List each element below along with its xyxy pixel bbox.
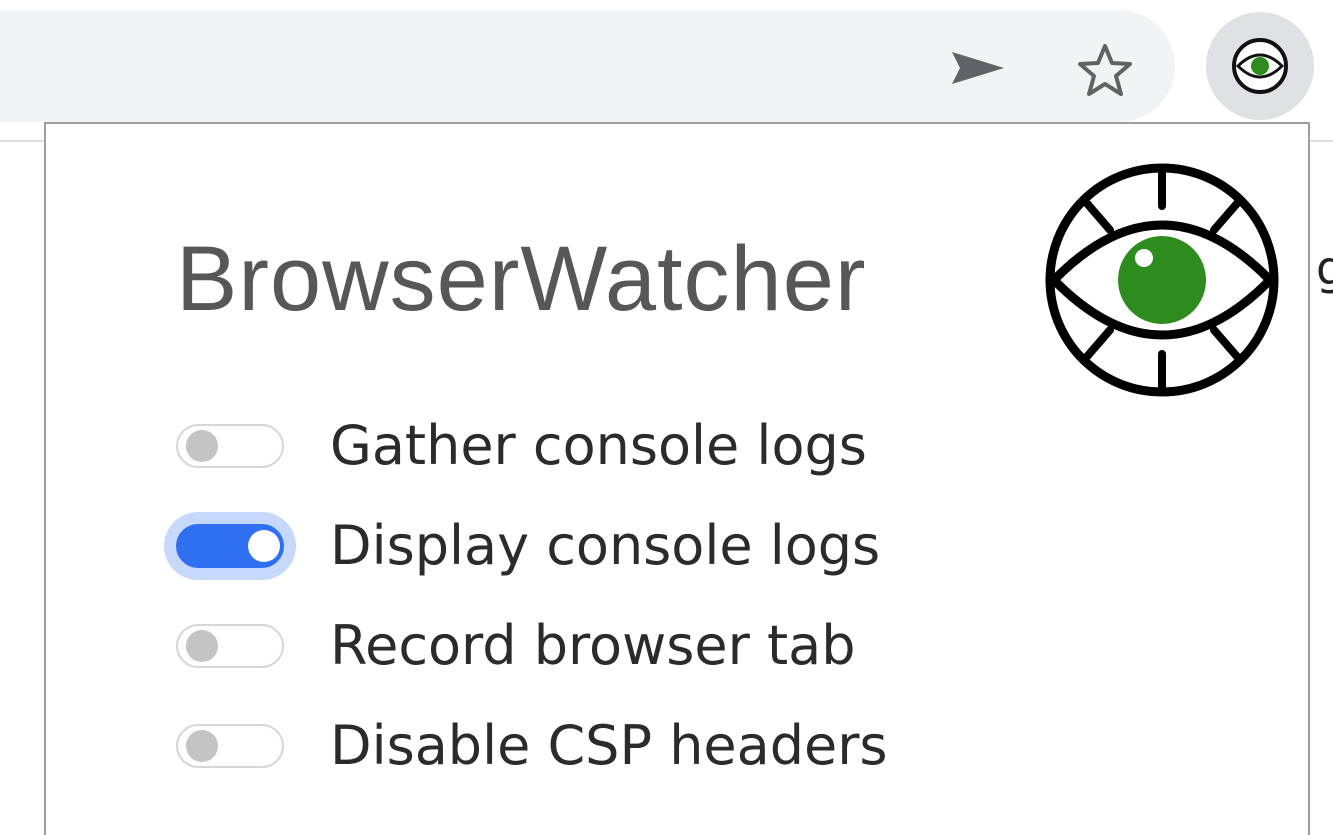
- star-icon[interactable]: [1076, 42, 1134, 98]
- toggle-knob: [186, 430, 218, 462]
- option-label: Gather console logs: [330, 414, 867, 477]
- toggle-record-browser-tab[interactable]: [172, 618, 288, 674]
- toggle-display-console-logs[interactable]: [164, 512, 296, 580]
- option-label: Record browser tab: [330, 614, 856, 677]
- app-title: BrowserWatcher: [176, 228, 867, 330]
- background-page-text: ge: [1316, 241, 1333, 295]
- option-record-browser-tab[interactable]: Record browser tab: [172, 596, 1072, 696]
- toggle-disable-csp-headers[interactable]: [172, 718, 288, 774]
- toggle-knob: [248, 530, 280, 562]
- toggle-knob: [186, 630, 218, 662]
- browser-window: ge BrowserWatcher: [0, 0, 1333, 835]
- extension-popup: BrowserWatcher Gather console logs Displ…: [44, 122, 1310, 835]
- toggle-gather-console-logs[interactable]: [172, 418, 288, 474]
- browserwatcher-extension-button[interactable]: [1206, 12, 1314, 120]
- browserwatcher-extension-icon: [1232, 38, 1288, 94]
- option-gather-console-logs[interactable]: Gather console logs: [172, 396, 1072, 496]
- send-icon[interactable]: [950, 48, 1006, 88]
- browserwatcher-eye-logo: [1045, 163, 1279, 397]
- option-label: Display console logs: [330, 514, 881, 577]
- option-display-console-logs[interactable]: Display console logs: [164, 496, 1072, 596]
- settings-list: Gather console logs Display console logs…: [164, 396, 1072, 796]
- option-label: Disable CSP headers: [330, 714, 888, 777]
- toggle-knob: [186, 730, 218, 762]
- popup-header: BrowserWatcher: [176, 152, 1279, 432]
- option-disable-csp-headers[interactable]: Disable CSP headers: [172, 696, 1072, 796]
